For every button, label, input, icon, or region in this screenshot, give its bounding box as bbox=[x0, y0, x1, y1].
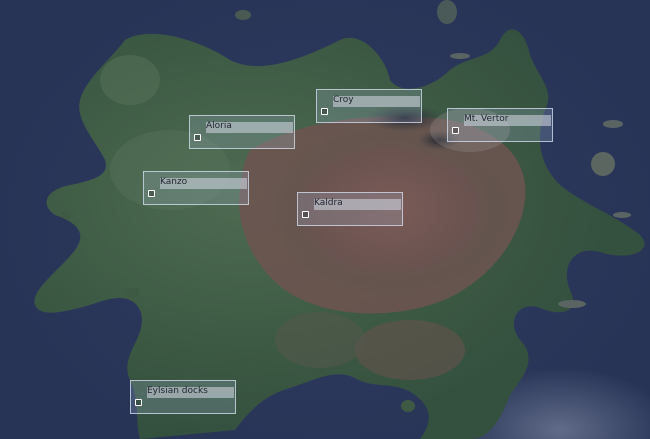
place-label-croy[interactable]: Croy bbox=[316, 89, 422, 123]
islet bbox=[437, 0, 457, 24]
place-label-aloria[interactable]: Aloria bbox=[189, 115, 295, 149]
location-marker-icon[interactable] bbox=[302, 211, 309, 218]
location-marker-icon[interactable] bbox=[148, 190, 155, 197]
place-name: Aloria bbox=[206, 121, 232, 131]
place-name: Croy bbox=[333, 95, 354, 105]
location-marker-icon[interactable] bbox=[321, 108, 328, 115]
islet bbox=[61, 211, 71, 219]
islet bbox=[450, 53, 470, 59]
islet bbox=[125, 288, 139, 298]
islet bbox=[401, 400, 415, 412]
place-label-kanzo[interactable]: Kanzo bbox=[143, 171, 249, 205]
place-name: Eylsian docks bbox=[147, 386, 208, 396]
map-view[interactable]: Croy Mt. Vertor Aloria Kanzo Kaldra Eyls… bbox=[0, 0, 650, 439]
location-marker-icon[interactable] bbox=[452, 127, 459, 134]
location-marker-icon[interactable] bbox=[135, 399, 142, 406]
islet bbox=[613, 212, 631, 218]
place-name: Mt. Vertor bbox=[464, 114, 509, 124]
islet bbox=[603, 120, 623, 128]
location-marker-icon[interactable] bbox=[194, 134, 201, 141]
place-name: Kaldra bbox=[314, 198, 343, 208]
place-label-kaldra[interactable]: Kaldra bbox=[297, 192, 403, 226]
islet bbox=[591, 152, 615, 176]
place-label-mt-vertor[interactable]: Mt. Vertor bbox=[447, 108, 553, 142]
islet bbox=[235, 10, 251, 20]
place-name: Kanzo bbox=[160, 177, 188, 187]
place-label-eylsian-docks[interactable]: Eylsian docks bbox=[130, 380, 236, 414]
islet bbox=[558, 300, 586, 308]
